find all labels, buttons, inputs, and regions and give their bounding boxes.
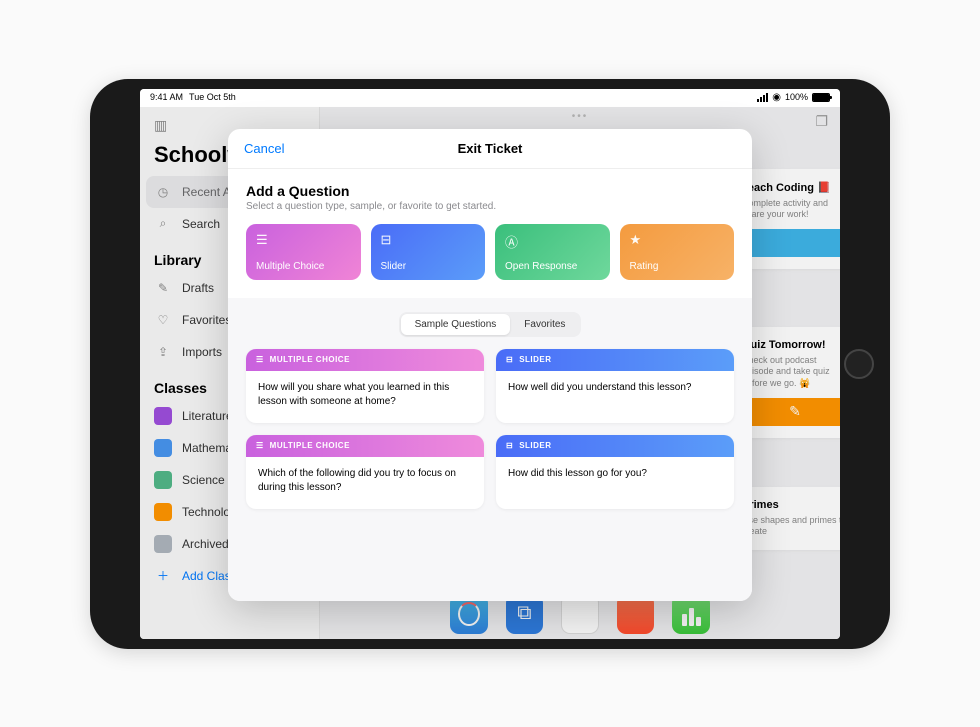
home-button[interactable] [844,349,874,379]
list-icon: ☰ [256,441,264,450]
segmented-control: Sample Questions Favorites [399,312,582,337]
status-bar: 9:41 AM Tue Oct 5th ◉ 100% [140,89,840,107]
battery-icon [812,93,830,102]
battery-pct: 100% [785,92,808,102]
sample-question-4[interactable]: ⊟SLIDER How did this lesson go for you? [496,435,734,509]
add-question-subtitle: Select a question type, sample, or favor… [246,201,734,212]
cancel-button[interactable]: Cancel [244,141,284,156]
tab-sample-questions[interactable]: Sample Questions [401,314,511,335]
list-icon: ☰ [256,355,264,364]
signal-icon [757,93,768,102]
star-icon: ★ [630,232,725,248]
type-slider[interactable]: ⊟Slider [371,224,486,280]
status-date: Tue Oct 5th [189,92,236,102]
modal-header: Cancel Exit Ticket [228,129,752,169]
type-rating[interactable]: ★Rating [620,224,735,280]
type-open-response[interactable]: ⒶOpen Response [495,224,610,280]
slider-icon: ⊟ [506,441,513,450]
modal-title: Exit Ticket [458,141,523,156]
status-time: 9:41 AM [150,92,183,102]
slider-icon: ⊟ [381,232,476,248]
type-multiple-choice[interactable]: ☰Multiple Choice [246,224,361,280]
screen: 9:41 AM Tue Oct 5th ◉ 100% ▥ Schoolwork … [140,89,840,639]
exit-ticket-modal: Cancel Exit Ticket Add a Question Select… [228,129,752,601]
list-icon: ☰ [256,232,351,248]
sample-question-3[interactable]: ☰MULTIPLE CHOICE Which of the following … [246,435,484,509]
slider-icon: ⊟ [506,355,513,364]
sample-question-2[interactable]: ⊟SLIDER How well did you understand this… [496,349,734,423]
wifi-icon: ◉ [772,92,781,103]
ipad-frame: 9:41 AM Tue Oct 5th ◉ 100% ▥ Schoolwork … [90,79,890,649]
tab-favorites[interactable]: Favorites [510,314,579,335]
sample-question-1[interactable]: ☰MULTIPLE CHOICE How will you share what… [246,349,484,423]
add-question-title: Add a Question [246,183,734,199]
text-icon: Ⓐ [505,232,600,251]
